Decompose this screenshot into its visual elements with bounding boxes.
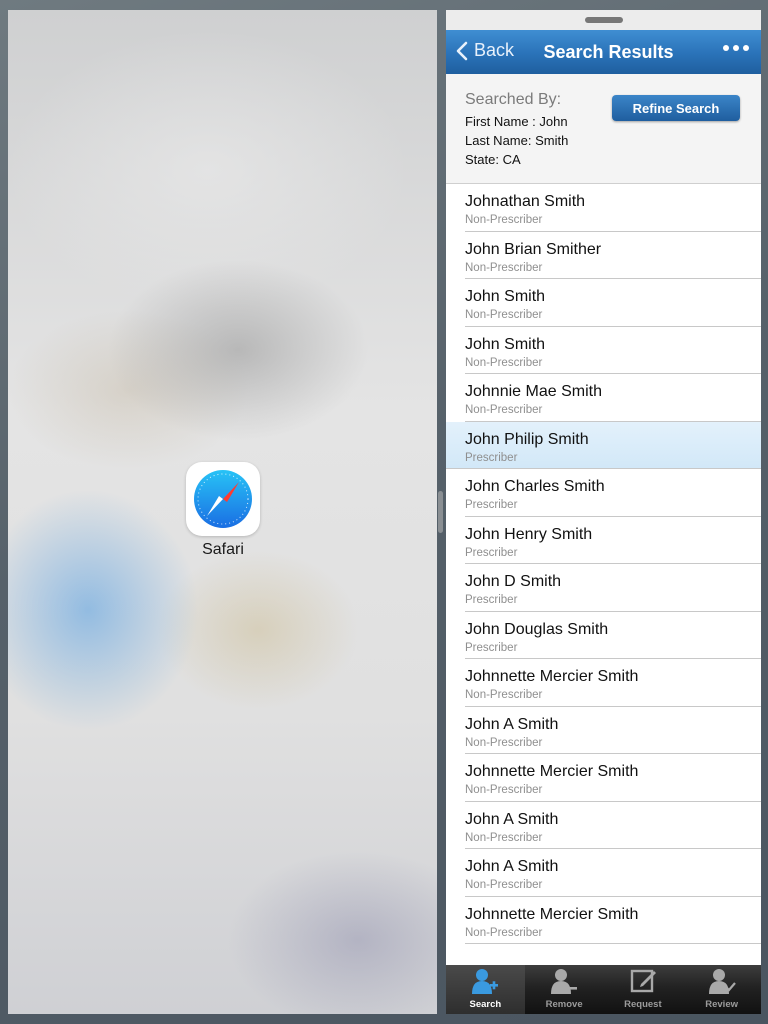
result-row[interactable]: John Charles Smith Prescriber [465,469,761,517]
result-row[interactable]: John A Smith Non-Prescriber [465,849,761,897]
result-name: John Smith [465,288,546,305]
result-name: John A Smith [465,858,559,875]
result-name: John A Smith [465,810,559,828]
refine-search-button[interactable]: Refine Search [612,95,740,121]
result-row[interactable]: John Smith Non-Prescriber [465,279,761,327]
result-type: Prescriber [465,594,518,606]
result-type: Prescriber [465,451,518,464]
tab-review[interactable]: Review [682,965,761,1014]
tab-label: Review [705,999,738,1010]
search-results-list: Johnathan Smith Non-Prescriber John Brian … [446,184,761,944]
result-type: Prescriber [465,546,518,559]
result-name: John Smith [465,335,546,353]
result-type: Non-Prescriber [465,831,543,844]
safari-app[interactable]: Safari [185,462,261,559]
result-name: John Henry Smith [465,525,593,543]
result-type: Non-Prescriber [465,356,543,369]
grabber-handle[interactable] [584,17,623,23]
result-row[interactable]: John Douglas Smith Prescriber [465,612,761,659]
result-row[interactable]: Johnnette Mercier Smith Non-Prescriber [465,754,761,802]
result-type: Non-Prescriber [465,309,543,321]
result-type: Non-Prescriber [465,404,543,416]
result-row[interactable]: John D Smith Prescriber [465,564,761,612]
result-name: John Philip Smith [465,430,589,448]
result-name: John Brian Smither [465,240,602,258]
result-name: Johnnette Mercier Smith [465,763,639,780]
result-row[interactable]: John A Smith Non-Prescriber [465,802,761,849]
result-name: John D Smith [465,573,562,590]
criteria-first-name: First Name : John [465,114,568,129]
result-row[interactable]: Johnnette Mercier Smith Non-Prescriber [465,897,761,944]
left-split-pane: Safari [8,10,437,1014]
result-name: Johnnie Mae Smith [465,383,602,400]
tab-request[interactable]: Request [604,965,683,1014]
edit-icon [629,968,657,999]
result-type: Non-Prescriber [465,214,543,226]
result-row[interactable]: John Brian Smither Non-Prescriber [465,232,761,279]
result-type: Non-Prescriber [465,689,543,701]
person-remove-icon [550,968,578,999]
app-grabber-bar[interactable] [446,10,761,30]
right-split-pane: Back Search Results Searched By: First N… [446,10,761,1014]
result-name: John A Smith [465,715,559,733]
result-row[interactable]: John Philip Smith Prescriber [446,421,761,469]
result-name: Johnathan Smith [465,193,586,210]
safari-label: Safari [202,541,244,558]
result-type: Prescriber [465,499,518,511]
person-add-icon [471,968,499,999]
criteria-last-name: Last Name: Smith [465,133,569,148]
navigation-bar: Back Search Results [446,30,761,74]
result-row[interactable]: John Henry Smith Prescriber [465,517,761,564]
search-criteria-panel: Searched By: First Name : John Last Name… [446,74,761,184]
tab-search[interactable]: Search [446,965,525,1014]
tab-bar: Search Remove Request Review [446,965,761,1014]
result-row[interactable]: Johnnette Mercier Smith Non-Prescriber [465,659,761,707]
result-row[interactable]: John Smith Non-Prescriber [465,327,761,374]
result-name: John Charles Smith [465,478,605,495]
result-row[interactable]: Johnnie Mae Smith Non-Prescriber [465,374,761,422]
tab-remove[interactable]: Remove [525,965,604,1014]
split-divider-handle[interactable] [438,491,443,533]
tab-label: Request [624,999,662,1010]
tab-label: Remove [545,999,583,1010]
result-name: Johnnette Mercier Smith [465,905,639,923]
page-title: Search Results [543,42,674,62]
person-check-icon [708,968,736,999]
result-type: Non-Prescriber [465,784,543,796]
criteria-state: State: CA [465,152,521,167]
result-type: Non-Prescriber [465,261,543,274]
safari-icon[interactable] [186,462,260,536]
criteria-heading: Searched By: [465,91,562,108]
result-type: Non-Prescriber [465,736,543,749]
result-row[interactable]: John A Smith Non-Prescriber [465,707,761,754]
result-row[interactable]: Johnathan Smith Non-Prescriber [465,184,761,232]
result-type: Non-Prescriber [465,879,543,891]
result-name: John Douglas Smith [465,620,609,638]
result-name: Johnnette Mercier Smith [465,668,639,685]
tab-label: Search [469,999,502,1010]
result-type: Prescriber [465,641,518,654]
more-dots-icon[interactable] [723,45,749,51]
result-type: Non-Prescriber [465,926,543,939]
